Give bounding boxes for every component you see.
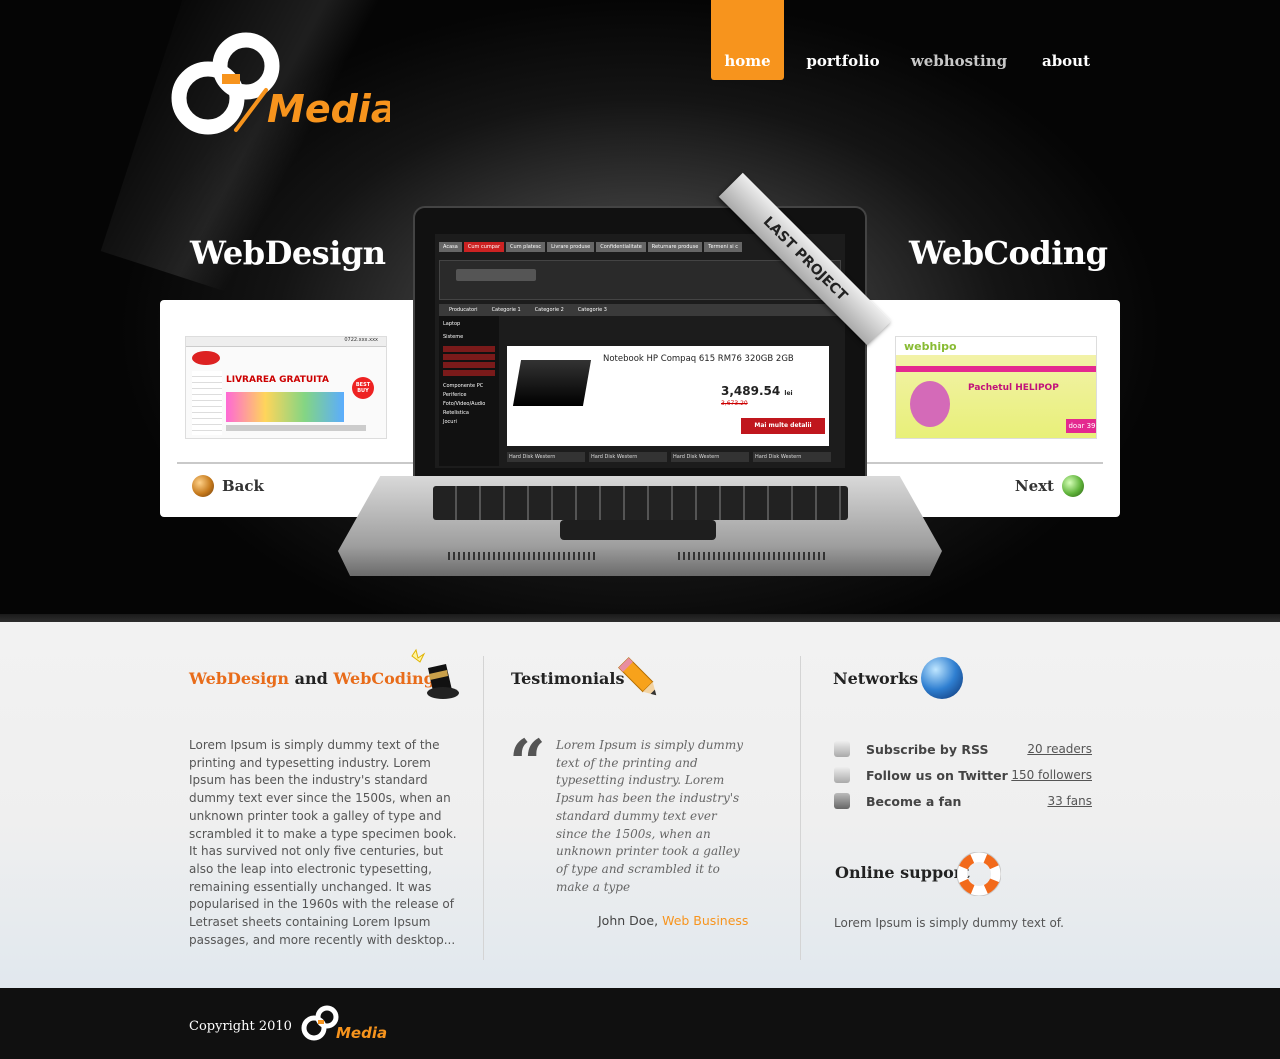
rss-icon (834, 741, 850, 757)
product-laptop-image (512, 360, 592, 406)
screen-menu-item: Categorie 2 (534, 307, 564, 313)
footer-logo[interactable]: Media (300, 1000, 390, 1044)
screen-category: Jocuri (443, 419, 457, 425)
lifebuoy-icon (956, 851, 1002, 897)
nav-webhosting[interactable]: webhosting (910, 0, 1008, 80)
laptop-screen[interactable]: Acasa Cum cumpar Cum platesc Livrare pro… (435, 234, 845, 468)
title-and: and (294, 669, 328, 688)
screen-category: Componente PC (443, 383, 484, 389)
price-currency: lei (784, 390, 793, 397)
screen-category: Foto/Video/Audio (443, 401, 486, 407)
screen-tab: Confidentialitate (596, 242, 646, 252)
nav-about[interactable]: about (1040, 0, 1092, 80)
laptop-vent-left (448, 552, 598, 560)
thumb-headline: LIVRAREA GRATUITA (226, 375, 329, 385)
bottom-item: Hard Disk Western (753, 452, 831, 462)
screen-tab: Termeni si c (704, 242, 742, 252)
screen-menu-item: Producatori (449, 307, 478, 313)
twitter-icon (834, 767, 850, 783)
hero-divider (0, 614, 1280, 622)
twitter-label[interactable]: Follow us on Twitter (866, 768, 1008, 783)
screen-topmenu: Producatori Categorie 1 Categorie 2 Cate… (439, 304, 841, 316)
product-title: Notebook HP Compaq 615 RM76 320GB 2GB (603, 354, 794, 364)
online-support-text: Lorem Ipsum is simply dummy text of. (834, 916, 1064, 930)
screen-categories: Laptop Sisteme Componente PC Periferice … (439, 316, 499, 466)
webdesign-webcoding-title: WebDesign and WebCoding (189, 669, 435, 688)
networks-title: Networks (833, 669, 919, 688)
price-tag: doar 39 (1066, 419, 1096, 433)
laptop-keyboard (433, 486, 848, 520)
bottom-item: Hard Disk Western (589, 452, 667, 462)
next-button[interactable]: Next (1015, 475, 1084, 497)
thumb-people-image (226, 392, 344, 422)
column-divider (800, 656, 801, 960)
old-price: 3,673.20 (721, 400, 748, 407)
laptop-showcase: Acasa Cum cumpar Cum platesc Livrare pro… (338, 172, 942, 606)
footer-logo-media-text: Media (336, 1024, 387, 1042)
screen-category: Sisteme (443, 334, 464, 340)
thumb-title: Pachetul HELIPOP (968, 383, 1059, 393)
testimonial-author: John Doe, (598, 913, 659, 928)
price-value: 3,489.54 (721, 384, 781, 398)
screen-tab: Returnare produse (647, 242, 703, 252)
thumb-sidebar (192, 371, 222, 435)
nav-portfolio[interactable]: portfolio (803, 0, 883, 80)
facebook-count[interactable]: 33 fans (1047, 794, 1092, 808)
store-logo (456, 269, 536, 281)
pencil-icon (617, 656, 663, 702)
network-twitter[interactable]: Follow us on Twitter 150 followers (834, 766, 1092, 784)
screen-tab: Livrare produse (547, 242, 595, 252)
quote-mark-icon: “ (509, 726, 546, 801)
footer: Copyright 2010 Media (0, 988, 1280, 1059)
screen-header (439, 260, 841, 300)
screen-subcategories (443, 346, 495, 378)
screen-menu-item: Categorie 3 (577, 307, 607, 313)
screen-product-card: Notebook HP Compaq 615 RM76 320GB 2GB 3,… (507, 346, 829, 446)
site-logo[interactable]: Media (170, 20, 396, 135)
testimonial-quote: Lorem Ipsum is simply dummy text of the … (556, 738, 743, 894)
testimonial-company[interactable]: Web Business (662, 913, 748, 928)
bottom-item: Hard Disk Western (671, 452, 749, 462)
screen-tab: Acasa (439, 242, 462, 252)
details-button[interactable]: Mai multe detalii (741, 418, 825, 434)
nav-home[interactable]: home (711, 0, 784, 80)
back-button[interactable]: Back (192, 475, 264, 497)
network-rss[interactable]: Subscribe by RSS 20 readers (834, 740, 1092, 758)
logo-media-text: Media (267, 87, 390, 131)
screen-bottom-items: Hard Disk Western Hard Disk Western Hard… (507, 452, 831, 462)
title-webdesign: WebDesign (189, 669, 289, 688)
screen-tab: Cum cumpar (463, 242, 505, 252)
bottom-item: Hard Disk Western (507, 452, 585, 462)
twitter-count[interactable]: 150 followers (1011, 768, 1092, 782)
magic-hat-icon (408, 646, 460, 702)
rss-count[interactable]: 20 readers (1027, 742, 1092, 756)
heart-logo-icon (192, 351, 220, 365)
copyright-text: Copyright 2010 (189, 1019, 292, 1034)
rss-label[interactable]: Subscribe by RSS (866, 742, 988, 757)
screen-tab: Cum platesc (506, 242, 546, 252)
testimonials-title: Testimonials (511, 669, 625, 688)
laptop-touchpad (560, 520, 716, 540)
testimonial-author-line: John Doe, Web Business (598, 913, 748, 928)
laptop-vent-right (678, 552, 828, 560)
screen-category: Retelistica (443, 410, 469, 416)
network-facebook[interactable]: Become a fan 33 fans (834, 792, 1092, 810)
online-support-title: Online support (835, 863, 970, 882)
screen-category: Laptop (443, 321, 461, 327)
screen-category: Periferice (443, 392, 467, 398)
column-divider (483, 656, 484, 960)
next-label: Next (1014, 477, 1054, 495)
webdesign-text: Lorem Ipsum is simply dummy text of the … (189, 738, 457, 947)
globe-icon (921, 657, 963, 699)
back-arrow-icon (192, 475, 214, 497)
next-arrow-icon (1062, 475, 1084, 497)
facebook-icon (834, 793, 850, 809)
product-price: 3,489.54 lei (721, 384, 793, 398)
facebook-label[interactable]: Become a fan (866, 794, 961, 809)
hero-banner: Media home portfolio webhosting about We… (0, 0, 1280, 622)
screen-menu-item: Categorie 1 (491, 307, 521, 313)
back-label: Back (222, 477, 264, 495)
